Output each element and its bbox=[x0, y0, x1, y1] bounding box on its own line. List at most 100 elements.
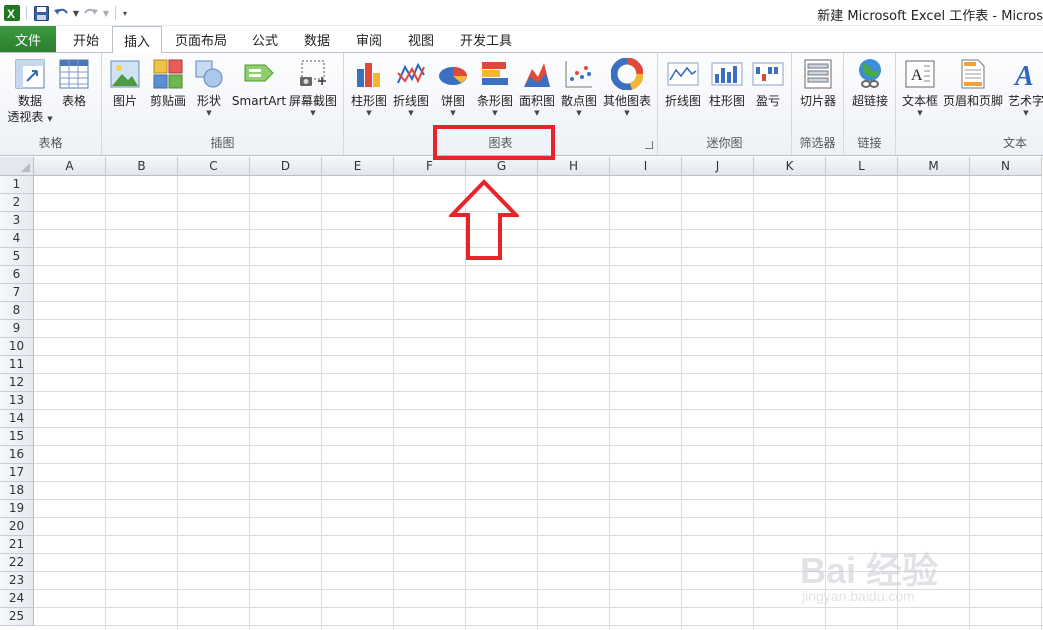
column-header-n[interactable]: N bbox=[970, 157, 1042, 176]
row-header-23[interactable]: 23 bbox=[0, 572, 34, 590]
row-header-2[interactable]: 2 bbox=[0, 194, 34, 212]
column-header-b[interactable]: B bbox=[106, 157, 178, 176]
shapes-button[interactable]: 形状 ▼ bbox=[192, 57, 226, 117]
select-all-corner[interactable] bbox=[0, 157, 34, 176]
row-gridline bbox=[34, 283, 1043, 284]
row-header-8[interactable]: 8 bbox=[0, 302, 34, 320]
column-gridline bbox=[321, 176, 322, 630]
row-header-21[interactable]: 21 bbox=[0, 536, 34, 554]
chevron-down-icon: ▼ bbox=[310, 109, 316, 117]
area-chart-button[interactable]: 面积图 ▼ bbox=[516, 57, 558, 117]
scatter-chart-icon bbox=[563, 57, 595, 91]
tab-developer[interactable]: 开发工具 bbox=[450, 26, 522, 52]
row-header-24[interactable]: 24 bbox=[0, 590, 34, 608]
tab-data[interactable]: 数据 bbox=[292, 26, 342, 52]
column-header-a[interactable]: A bbox=[34, 157, 106, 176]
group-label-tables: 表格 bbox=[38, 136, 63, 150]
excel-logo-icon[interactable]: X bbox=[2, 3, 22, 23]
row-header-18[interactable]: 18 bbox=[0, 482, 34, 500]
chevron-down-icon: ▼ bbox=[576, 109, 582, 117]
customize-qat-icon[interactable]: ▾ bbox=[120, 9, 130, 18]
row-header-20[interactable]: 20 bbox=[0, 518, 34, 536]
row-header-3[interactable]: 3 bbox=[0, 212, 34, 230]
row-gridline bbox=[34, 625, 1043, 626]
sparkline-win-loss-icon bbox=[752, 57, 784, 91]
sparkline-column-button[interactable]: 柱形图 bbox=[706, 57, 748, 109]
row-header-19[interactable]: 19 bbox=[0, 500, 34, 518]
row-header-14[interactable]: 14 bbox=[0, 410, 34, 428]
row-header-1[interactable]: 1 bbox=[0, 176, 34, 194]
row-header-6[interactable]: 6 bbox=[0, 266, 34, 284]
picture-button[interactable]: 图片 bbox=[108, 57, 142, 109]
line-chart-button[interactable]: 折线图 ▼ bbox=[390, 57, 432, 117]
tab-file[interactable]: 文件 bbox=[0, 26, 56, 52]
row-header-25[interactable]: 25 bbox=[0, 608, 34, 626]
tab-home[interactable]: 开始 bbox=[60, 26, 112, 52]
smartart-button[interactable]: SmartArt bbox=[232, 57, 286, 109]
sparkline-line-label: 折线图 bbox=[664, 94, 701, 108]
svg-text:A: A bbox=[1013, 61, 1034, 89]
tab-insert[interactable]: 插入 bbox=[112, 26, 162, 53]
save-icon[interactable] bbox=[31, 3, 51, 23]
tab-view[interactable]: 视图 bbox=[396, 26, 446, 52]
doughnut-chart-icon bbox=[611, 57, 643, 91]
column-header-l[interactable]: L bbox=[826, 157, 898, 176]
group-tables: 数据 透视表 ▼ 表格 表格 bbox=[0, 53, 102, 155]
undo-dropdown-icon[interactable]: ▼ bbox=[71, 9, 81, 18]
column-header-e[interactable]: E bbox=[322, 157, 394, 176]
clip-art-button[interactable]: 剪贴画 bbox=[146, 57, 190, 109]
scatter-chart-button[interactable]: 散点图 ▼ bbox=[558, 57, 600, 117]
row-gridline bbox=[34, 535, 1043, 536]
area-chart-label: 面积图 bbox=[518, 94, 555, 108]
tab-page-layout[interactable]: 页面布局 bbox=[166, 26, 236, 52]
other-charts-button[interactable]: 其他图表 ▼ bbox=[600, 57, 654, 117]
chart-dialog-launcher-icon[interactable] bbox=[645, 141, 653, 149]
hyperlink-button[interactable]: 超链接 bbox=[849, 57, 891, 109]
tab-formulas[interactable]: 公式 bbox=[240, 26, 290, 52]
row-header-4[interactable]: 4 bbox=[0, 230, 34, 248]
group-illustrations: 图片 剪贴画 形状 ▼ SmartArt 屏幕截图 ▼ 插图 bbox=[102, 53, 344, 155]
row-gridline bbox=[34, 337, 1043, 338]
wordart-button[interactable]: A 艺术字 ▼ bbox=[1006, 57, 1043, 117]
row-header-10[interactable]: 10 bbox=[0, 338, 34, 356]
hyperlink-label: 超链接 bbox=[851, 94, 888, 108]
sparkline-win-loss-button[interactable]: 盈亏 bbox=[750, 57, 786, 109]
column-header-i[interactable]: I bbox=[610, 157, 682, 176]
slicer-button[interactable]: 切片器 bbox=[798, 57, 838, 109]
table-label: 表格 bbox=[61, 94, 86, 108]
undo-icon[interactable] bbox=[51, 3, 71, 23]
text-box-button[interactable]: A 文本框 ▼ bbox=[900, 57, 940, 117]
column-header-j[interactable]: J bbox=[682, 157, 754, 176]
row-header-9[interactable]: 9 bbox=[0, 320, 34, 338]
column-header-k[interactable]: K bbox=[754, 157, 826, 176]
sparkline-line-icon bbox=[667, 57, 699, 91]
column-header-m[interactable]: M bbox=[898, 157, 970, 176]
row-header-13[interactable]: 13 bbox=[0, 392, 34, 410]
row-header-17[interactable]: 17 bbox=[0, 464, 34, 482]
row-header-22[interactable]: 22 bbox=[0, 554, 34, 572]
pie-chart-button[interactable]: 饼图 ▼ bbox=[436, 57, 470, 117]
quick-access-toolbar: X ▼ ▼ ▾ bbox=[2, 3, 130, 23]
redo-dropdown-icon[interactable]: ▼ bbox=[101, 9, 111, 18]
row-header-7[interactable]: 7 bbox=[0, 284, 34, 302]
row-header-11[interactable]: 11 bbox=[0, 356, 34, 374]
column-gridline bbox=[681, 176, 682, 630]
column-chart-button[interactable]: 柱形图 ▼ bbox=[348, 57, 390, 117]
row-header-15[interactable]: 15 bbox=[0, 428, 34, 446]
row-gridline bbox=[34, 517, 1043, 518]
bar-chart-button[interactable]: 条形图 ▼ bbox=[474, 57, 516, 117]
table-button[interactable]: 表格 bbox=[56, 57, 92, 109]
row-header-5[interactable]: 5 bbox=[0, 248, 34, 266]
slicer-label: 切片器 bbox=[799, 94, 836, 108]
area-chart-icon bbox=[521, 57, 553, 91]
row-header-12[interactable]: 12 bbox=[0, 374, 34, 392]
redo-icon[interactable] bbox=[81, 3, 101, 23]
column-header-c[interactable]: C bbox=[178, 157, 250, 176]
sparkline-line-button[interactable]: 折线图 bbox=[662, 57, 704, 109]
column-header-d[interactable]: D bbox=[250, 157, 322, 176]
pivot-table-button[interactable]: 数据 透视表 ▼ bbox=[7, 57, 53, 125]
screenshot-button[interactable]: 屏幕截图 ▼ bbox=[288, 57, 338, 117]
tab-review[interactable]: 审阅 bbox=[344, 26, 394, 52]
header-footer-button[interactable]: 页眉和页脚 bbox=[942, 57, 1004, 109]
row-header-16[interactable]: 16 bbox=[0, 446, 34, 464]
